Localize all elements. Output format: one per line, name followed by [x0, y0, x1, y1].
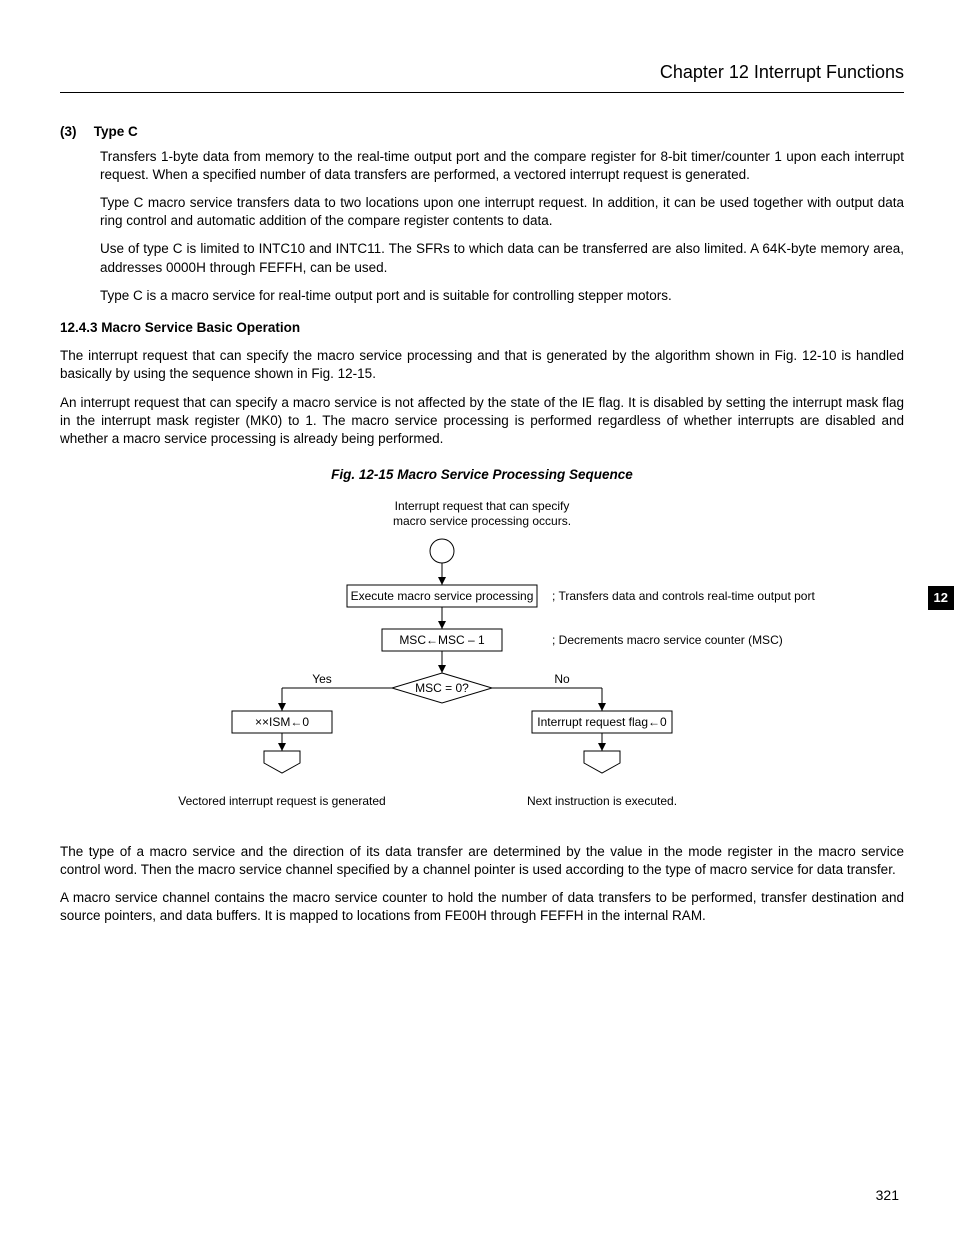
svg-text:Next instruction is executed.: Next instruction is executed. [527, 794, 677, 808]
flow-start-text: macro service processing occurs. [393, 514, 571, 528]
figure-caption: Fig. 12-15 Macro Service Processing Sequ… [60, 466, 904, 484]
svg-text:××ISM←0: ××ISM←0 [255, 715, 309, 729]
paragraph: Transfers 1-byte data from memory to the… [100, 148, 904, 184]
subsection-heading: 12.4.3 Macro Service Basic Operation [60, 319, 904, 337]
svg-text:No: No [554, 672, 570, 686]
section-title: Type C [94, 124, 138, 139]
chapter-header: Chapter 12 Interrupt Functions [60, 60, 904, 84]
svg-text:MSC = 0?: MSC = 0? [415, 681, 469, 695]
svg-text:MSC←MSC – 1: MSC←MSC – 1 [399, 633, 485, 647]
svg-text:Yes: Yes [312, 672, 332, 686]
flowchart-svg: Execute macro service processing ; Trans… [132, 533, 832, 823]
side-tab: 12 [928, 586, 954, 610]
paragraph: A macro service channel contains the mac… [60, 889, 904, 925]
section-body: Transfers 1-byte data from memory to the… [100, 148, 904, 306]
paragraph: An interrupt request that can specify a … [60, 394, 904, 449]
svg-text:Execute macro service processi: Execute macro service processing [351, 589, 534, 603]
header-rule [60, 92, 904, 93]
flow-start-text: Interrupt request that can specify [395, 499, 570, 513]
paragraph: The type of a macro service and the dire… [60, 843, 904, 879]
paragraph: Use of type C is limited to INTC10 and I… [100, 240, 904, 276]
flowchart: Interrupt request that can specify macro… [132, 499, 832, 823]
svg-text:Vectored interrupt request is: Vectored interrupt request is generated [178, 794, 385, 808]
paragraph: Type C is a macro service for real-time … [100, 287, 904, 305]
section-number: (3) [60, 123, 90, 141]
paragraph: Type C macro service transfers data to t… [100, 194, 904, 230]
svg-text:; Transfers data and controls: ; Transfers data and controls real-time … [552, 589, 815, 603]
paragraph: The interrupt request that can specify t… [60, 347, 904, 383]
svg-text:Interrupt request flag←0: Interrupt request flag←0 [537, 715, 667, 729]
svg-text:; Decrements macro service cou: ; Decrements macro service counter (MSC) [552, 633, 783, 647]
page-number: 321 [876, 1186, 899, 1205]
